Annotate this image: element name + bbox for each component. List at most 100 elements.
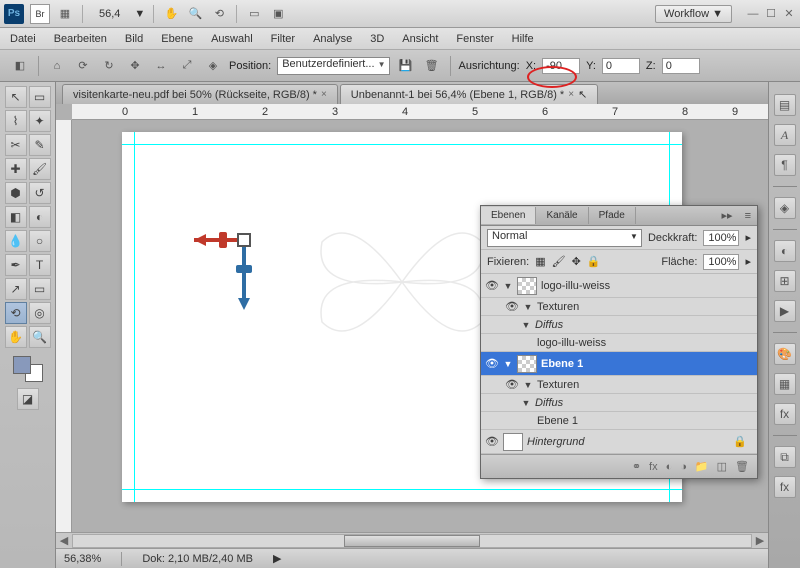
status-zoom[interactable]: 56,38% (64, 553, 101, 565)
crop-tool[interactable]: ✂ (5, 134, 27, 156)
screen-mode-icon[interactable]: ▣ (269, 5, 287, 23)
menu-ebene[interactable]: Ebene (161, 33, 193, 45)
menu-analyse[interactable]: Analyse (313, 33, 352, 45)
ruler-vertical[interactable] (56, 120, 72, 532)
lock-all-icon[interactable]: 🔒 (587, 255, 601, 268)
tool-preset-icon[interactable]: ◧ (10, 56, 30, 76)
zoom-dropdown-icon[interactable]: ▼ (134, 8, 145, 20)
position-select[interactable]: Benutzerdefiniert... (277, 57, 389, 75)
visibility-icon[interactable]: 👁 (485, 357, 499, 370)
menu-datei[interactable]: Datei (10, 33, 36, 45)
z-input[interactable] (662, 58, 700, 74)
color-swatches[interactable] (13, 356, 43, 382)
cube-3d-icon[interactable]: ◈ (203, 56, 223, 76)
paragraph-icon[interactable]: ¶ (774, 154, 796, 176)
lasso-tool[interactable]: ⌇ (5, 110, 27, 132)
hand-icon[interactable]: ✋ (162, 5, 180, 23)
layer-row[interactable]: ▼Diffus (481, 316, 757, 334)
adjustment-layer-icon[interactable]: ◑ (680, 461, 687, 473)
tab-visitenkarte[interactable]: visitenkarte-neu.pdf bei 50% (Rückseite,… (62, 84, 338, 104)
fill-input[interactable] (703, 254, 739, 270)
opacity-arrow-icon[interactable]: ▸ (745, 231, 751, 244)
layer-row[interactable]: Ebene 1 (481, 412, 757, 430)
layer-row[interactable]: 👁▼Texturen (481, 376, 757, 394)
marquee-tool[interactable]: ▭ (29, 86, 51, 108)
character-icon[interactable]: A (774, 124, 796, 146)
lock-transparent-icon[interactable]: ▦ (535, 255, 545, 268)
layer-thumbnail[interactable] (517, 355, 537, 373)
status-arrow-icon[interactable]: ▶ (273, 552, 281, 565)
bridge-logo[interactable]: Br (30, 4, 50, 24)
pan-3d-icon[interactable]: ✥ (125, 56, 145, 76)
slide-3d-icon[interactable]: ↔ (151, 56, 171, 76)
visibility-icon[interactable]: 👁 (485, 279, 499, 292)
tab-unbenannt[interactable]: Unbenannt-1 bei 56,4% (Ebene 1, RGB/8) *… (340, 84, 598, 104)
layer-row[interactable]: 👁▼Texturen (481, 298, 757, 316)
link-layers-icon[interactable]: ⚭ (632, 460, 641, 473)
menu-ansicht[interactable]: Ansicht (402, 33, 438, 45)
pen-tool[interactable]: ✒ (5, 254, 27, 276)
film-icon[interactable]: ▦ (56, 5, 74, 23)
twirl-icon[interactable]: ▼ (503, 281, 513, 291)
ruler-horizontal[interactable]: 0123456789 (72, 104, 768, 120)
save-icon[interactable]: 💾 (396, 56, 416, 76)
history-brush-tool[interactable]: ↺ (29, 182, 51, 204)
zoom-icon[interactable]: 🔍 (186, 5, 204, 23)
zoom-level[interactable]: 56,4 (99, 8, 120, 20)
layers-icon[interactable]: ◈ (774, 197, 796, 219)
tab-close-icon[interactable]: × (321, 89, 327, 100)
roll-3d-icon[interactable]: ↻ (99, 56, 119, 76)
layer-row-selected[interactable]: 👁▼Ebene 1 (481, 352, 757, 376)
home-3d-icon[interactable]: ⌂ (47, 56, 67, 76)
layer-thumbnail[interactable] (503, 433, 523, 451)
arrange-icon[interactable]: ▭ (245, 5, 263, 23)
histogram-icon[interactable]: ▤ (774, 94, 796, 116)
shape-tool[interactable]: ▭ (29, 278, 51, 300)
rotate-icon[interactable]: ⟲ (210, 5, 228, 23)
visibility-icon[interactable]: 👁 (505, 300, 519, 313)
zoom-tool[interactable]: 🔍 (29, 326, 51, 348)
layer-fx-icon[interactable]: fx (649, 461, 658, 473)
layer-row[interactable]: 👁▼logo-illu-weiss (481, 274, 757, 298)
trash-icon[interactable]: 🗑 (735, 460, 749, 473)
tab-close-icon[interactable]: × (568, 89, 574, 100)
brush-tool[interactable]: 🖌 (29, 158, 51, 180)
menu-bearbeiten[interactable]: Bearbeiten (54, 33, 107, 45)
clone-icon[interactable]: ⧉ (774, 446, 796, 468)
menu-bild[interactable]: Bild (125, 33, 143, 45)
move-tool[interactable]: ↖ (5, 86, 27, 108)
heal-tool[interactable]: ✚ (5, 158, 27, 180)
layer-thumbnail[interactable] (517, 277, 537, 295)
quickmask-tool[interactable]: ◪ (17, 388, 39, 410)
tab-ebenen[interactable]: Ebenen (481, 207, 536, 224)
layer-mask-icon[interactable]: ◐ (666, 461, 673, 473)
adjustments-icon[interactable]: ◐ (774, 240, 796, 262)
menu-fenster[interactable]: Fenster (456, 33, 493, 45)
menu-hilfe[interactable]: Hilfe (512, 33, 534, 45)
hand-tool[interactable]: ✋ (5, 326, 27, 348)
close-icon[interactable]: ✕ (782, 7, 796, 21)
eyedropper-tool[interactable]: ✎ (29, 134, 51, 156)
blur-tool[interactable]: 💧 (5, 230, 27, 252)
fill-arrow-icon[interactable]: ▸ (745, 255, 751, 268)
gradient-tool[interactable]: ◐ (29, 206, 51, 228)
tab-kanale[interactable]: Kanäle (536, 207, 588, 224)
new-layer-icon[interactable]: ◫ (717, 460, 727, 473)
menu-filter[interactable]: Filter (271, 33, 295, 45)
y-input[interactable] (602, 58, 640, 74)
eraser-tool[interactable]: ◧ (5, 206, 27, 228)
panel-menu-icon[interactable]: ≡ (739, 210, 757, 222)
delete-icon[interactable]: 🗑 (422, 56, 442, 76)
group-icon[interactable]: 📁 (695, 460, 709, 473)
menu-auswahl[interactable]: Auswahl (211, 33, 253, 45)
minimize-icon[interactable]: — (746, 7, 760, 21)
swatches-icon[interactable]: ▦ (774, 373, 796, 395)
color-icon[interactable]: 🎨 (774, 343, 796, 365)
3d-orbit-tool[interactable]: ◎ (29, 302, 51, 324)
3d-rotate-tool[interactable]: ⟲ (5, 302, 27, 324)
layer-row[interactable]: ▼Diffus (481, 394, 757, 412)
dodge-tool[interactable]: ○ (29, 230, 51, 252)
workspace-switcher[interactable]: Workflow ▼ (655, 5, 732, 23)
stamp-tool[interactable]: ⬢ (5, 182, 27, 204)
tab-pfade[interactable]: Pfade (589, 207, 636, 224)
